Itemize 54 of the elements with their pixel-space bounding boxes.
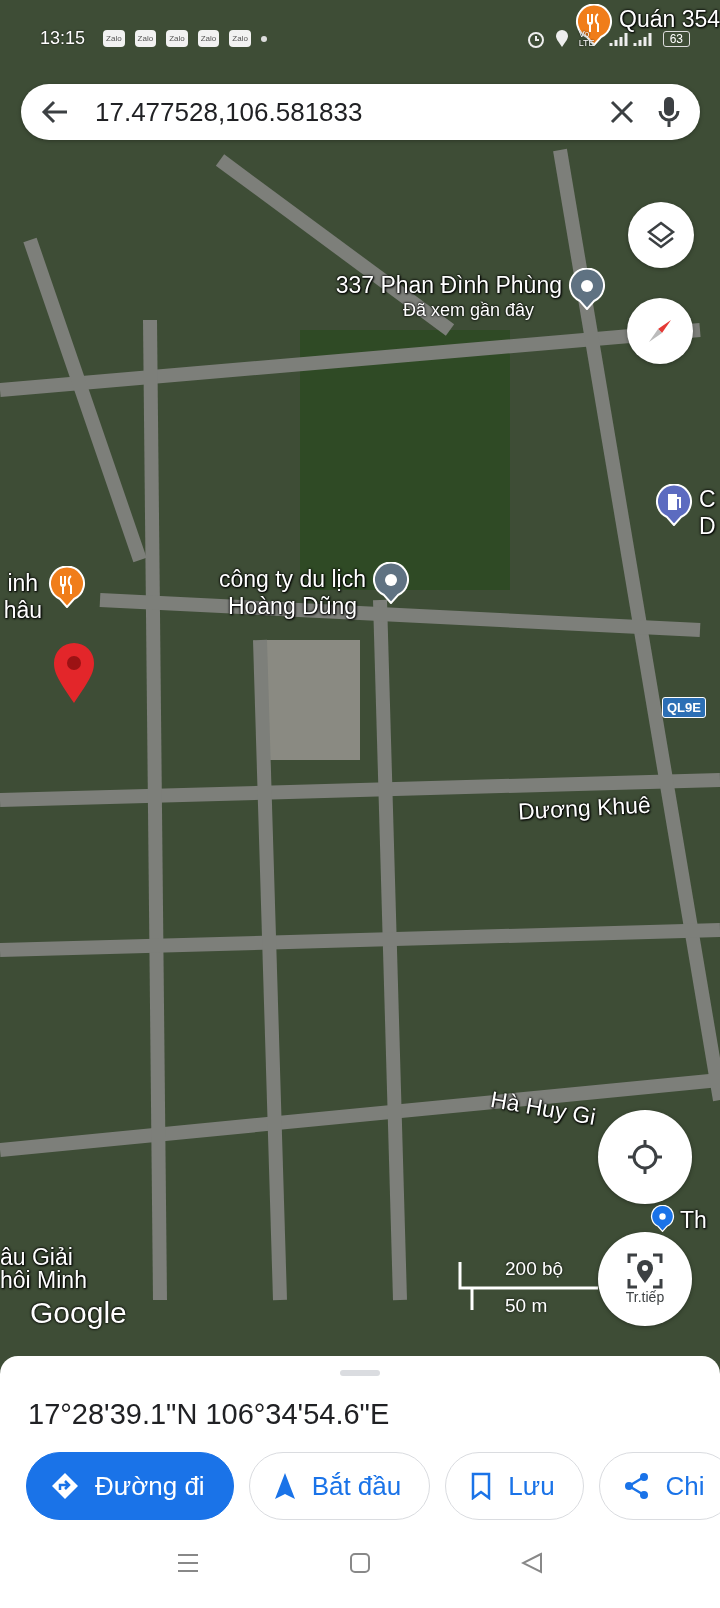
action-button[interactable]: Đường đi (26, 1452, 234, 1520)
menu-icon[interactable] (177, 1553, 199, 1573)
notification-icon: Zalo (103, 30, 125, 47)
street-label: Dương Khuê (517, 791, 652, 826)
back-arrow-icon (41, 98, 69, 126)
action-button[interactable]: Lưu (445, 1452, 584, 1520)
search-bar[interactable]: 17.477528,106.581833 (21, 84, 700, 140)
place-label[interactable]: 337 Phan Đình Phùng (335, 272, 562, 299)
place-label[interactable]: Quán 354 (619, 6, 720, 33)
location-pin-icon[interactable] (372, 562, 410, 604)
notification-icon: Zalo (229, 30, 251, 47)
place-label[interactable]: C D (699, 486, 716, 540)
bookmark-icon (470, 1472, 493, 1500)
action-button[interactable]: Bắt đầu (248, 1452, 431, 1520)
street-label: Hà Huy Gi (488, 1086, 598, 1131)
alarm-icon (526, 29, 545, 48)
map-attribution: Google (30, 1296, 127, 1330)
battery-level: 63 (662, 30, 690, 47)
place-label[interactable]: Th (680, 1207, 707, 1234)
route-badge: QL9E (662, 697, 706, 718)
restaurant-pin-icon[interactable] (48, 566, 86, 608)
directions-icon (51, 1472, 79, 1500)
drag-handle[interactable] (340, 1370, 380, 1376)
home-icon[interactable] (349, 1552, 371, 1574)
location-icon (554, 29, 569, 48)
close-icon (610, 100, 634, 124)
notification-icon: Zalo (166, 30, 188, 47)
back-button[interactable] (41, 98, 69, 126)
place-label[interactable]: công ty du lịch Hoàng Dũng (218, 566, 366, 620)
microphone-icon (658, 96, 680, 128)
recently-viewed-note: Đã xem gần đây (402, 300, 534, 321)
gas-station-pin-icon[interactable] (655, 484, 693, 526)
search-field[interactable]: 17.477528,106.581833 (93, 95, 586, 129)
share-icon (623, 1472, 650, 1500)
layers-icon (646, 220, 676, 250)
microphone-button[interactable] (658, 96, 680, 128)
back-icon[interactable] (521, 1552, 543, 1574)
business-pin-icon[interactable] (650, 1205, 675, 1232)
restaurant-pin-icon[interactable] (575, 4, 613, 46)
action-button[interactable]: Chi (598, 1452, 720, 1520)
place-label[interactable]: âu Giải hôi Minh (0, 1246, 87, 1292)
notification-icon: Zalo (197, 30, 220, 47)
notification-icon: Zalo (134, 30, 157, 47)
place-label[interactable]: inh hâu (3, 570, 42, 624)
pin-in-frame-icon (627, 1253, 663, 1289)
crosshair-icon (626, 1138, 664, 1176)
scale-label: 50 m (505, 1295, 548, 1317)
coordinates-text: 17°28'39.1"N 106°34'54.6"E (28, 1398, 390, 1431)
location-pin-icon[interactable] (568, 268, 606, 310)
navigation-arrow-icon (273, 1472, 296, 1500)
more-notifications-icon (260, 35, 267, 42)
close-button[interactable] (610, 100, 634, 124)
status-time: 13:15 (40, 28, 86, 49)
scale-label: 200 bộ (505, 1258, 564, 1280)
